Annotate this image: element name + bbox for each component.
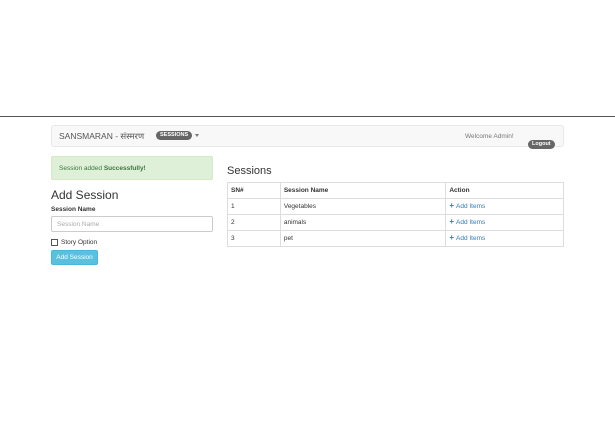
row-action-cell: + Add Items: [445, 214, 564, 231]
success-alert: Session added Successfully!: [51, 156, 213, 180]
plus-icon: +: [449, 217, 454, 227]
sessions-dropdown[interactable]: SESSIONS: [156, 131, 200, 140]
horizontal-divider: [0, 116, 615, 117]
add-session-title: Add Session: [51, 188, 119, 202]
caret-down-icon: [195, 134, 200, 137]
add-session-button[interactable]: Add Session: [51, 250, 98, 265]
story-option-checkbox[interactable]: [51, 239, 58, 246]
plus-icon: +: [449, 233, 454, 243]
story-option[interactable]: Story Option: [51, 239, 97, 246]
sessions-table: SN# Session Name Action 1 Vegetables + A…: [227, 182, 564, 247]
session-name-label: Session Name: [51, 206, 96, 213]
column-header-session-name: Session Name: [279, 182, 447, 199]
welcome-text: Welcome Admin!: [465, 133, 514, 140]
row-action-cell: + Add Items: [445, 198, 564, 215]
brand-logo[interactable]: SANSMARAN - संस्मरण: [59, 131, 144, 142]
column-header-sn: SN#: [227, 182, 281, 199]
table-row: 3 pet + Add Items: [227, 230, 564, 247]
row-session-name: Vegetables: [279, 198, 447, 215]
row-action-cell: + Add Items: [445, 230, 564, 247]
row-session-name: pet: [279, 230, 447, 247]
add-items-label[interactable]: Add Items: [456, 219, 485, 226]
table-row: 2 animals + Add Items: [227, 214, 564, 231]
table-header-row: SN# Session Name Action: [227, 182, 564, 199]
add-items-link[interactable]: + Add Items: [449, 201, 485, 211]
sessions-title: Sessions: [227, 165, 272, 177]
alert-strong-text: Successfully!: [103, 165, 146, 172]
session-name-input[interactable]: [51, 216, 213, 232]
alert-text: Session added: [59, 165, 104, 172]
add-items-link[interactable]: + Add Items: [449, 233, 485, 243]
navbar: SANSMARAN - संस्मरण SESSIONS Welcome Adm…: [51, 125, 564, 150]
sessions-badge[interactable]: SESSIONS: [156, 131, 193, 140]
table-row: 1 Vegetables + Add Items: [227, 198, 564, 215]
row-sn: 1: [227, 198, 281, 215]
story-option-label[interactable]: Story Option: [61, 239, 97, 246]
add-items-label[interactable]: Add Items: [456, 235, 485, 242]
add-items-label[interactable]: Add Items: [456, 203, 485, 210]
logout-label[interactable]: Logout: [528, 140, 555, 149]
column-header-action: Action: [445, 182, 564, 199]
logout-button[interactable]: Logout: [528, 132, 555, 150]
add-items-link[interactable]: + Add Items: [449, 217, 485, 227]
row-sn: 2: [227, 214, 281, 231]
row-session-name: animals: [279, 214, 447, 231]
plus-icon: +: [449, 201, 454, 211]
row-sn: 3: [227, 230, 281, 247]
